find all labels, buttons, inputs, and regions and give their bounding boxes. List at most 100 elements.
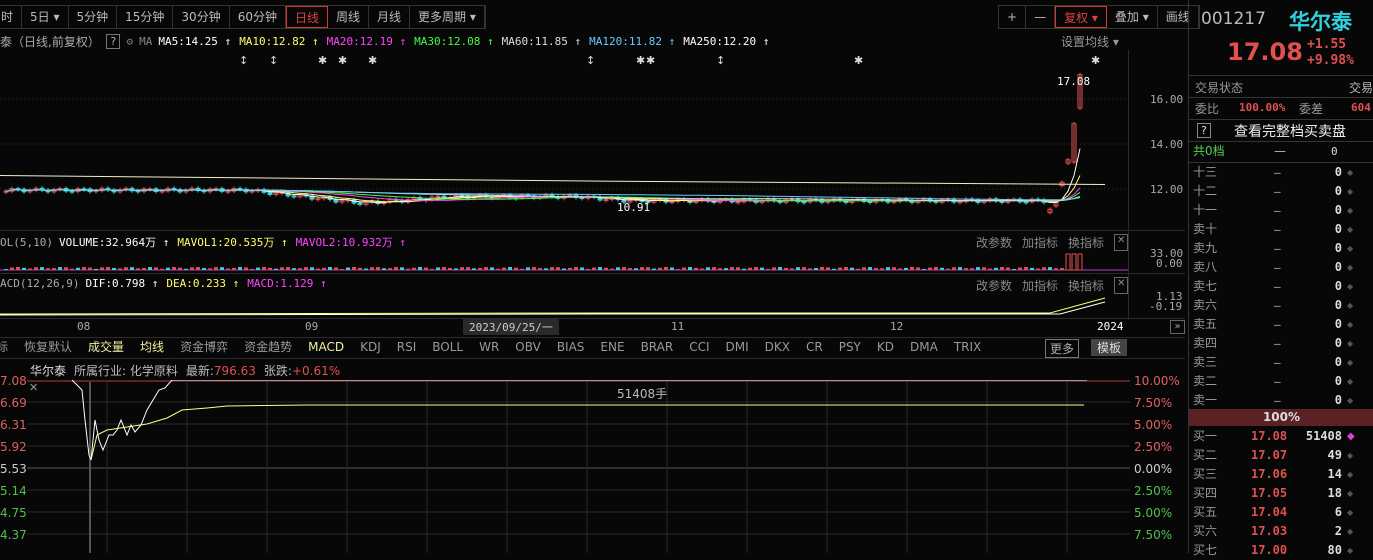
indicator-tab[interactable]: RSI [389,338,425,356]
set-ma-button[interactable]: 设置均线 ▾ [1061,33,1119,50]
indicator-tab[interactable]: BOLL [424,338,471,356]
ask-row[interactable]: 十一 — 0 ◆ [1189,201,1373,220]
period-tab[interactable]: 日线 [285,6,328,28]
indicator-tab[interactable]: DMI [718,338,757,356]
period-tab[interactable]: 更多周期 ▾ [410,6,485,28]
ask-row[interactable]: 卖二 — 0 ◆ [1189,372,1373,391]
indicator-tab[interactable]: 恢复默认 [16,338,80,356]
bid-row[interactable]: 买六 17.03 2 ◆ [1189,522,1373,541]
indicator-tab[interactable]: 资金趋势 [236,338,300,356]
volume-bar [784,267,788,270]
vol-panel-actions: 改参数 加指标 换指标 ✕ [976,234,1129,251]
level-marker-icon: ◆ [1347,339,1354,348]
ask-row[interactable]: 卖九 — 0 ◆ [1189,239,1373,258]
indicator-tab[interactable]: WR [471,338,507,356]
close-icon[interactable]: ✕ [1114,234,1129,251]
level-price: — [1274,185,1281,198]
zoom-out-button[interactable]: — [1026,6,1056,28]
volume-bar [250,268,254,270]
level-volume: 49 [1327,448,1342,462]
indicator-tab[interactable]: KDJ [352,338,389,356]
add-indicator-button[interactable]: 加指标 [1022,277,1058,294]
template-button[interactable]: 模板 [1091,339,1128,356]
period-tab[interactable]: 5日 ▾ [22,6,69,28]
ask-row[interactable]: 卖八 — 0 ◆ [1189,258,1373,277]
indicator-tab[interactable]: 均线 [132,338,172,356]
trade-status-label: 交易状态 [1195,81,1244,95]
date-label: 11 [671,320,685,333]
ask-row[interactable]: 卖六 — 0 ◆ [1189,296,1373,315]
bid-row[interactable]: 买四 17.05 18 ◆ [1189,484,1373,503]
level-label: 买四 [1193,486,1218,500]
ask-row[interactable]: 卖四 — 0 ◆ [1189,334,1373,353]
full-book-link[interactable]: 查看完整档买卖盘 [1234,121,1346,141]
scroll-right-button[interactable]: » [1170,320,1185,334]
period-tab[interactable]: 15分钟 [117,6,174,28]
volume-bar [196,267,200,270]
volume-bar [940,267,944,270]
help-icon[interactable]: ? [1197,123,1211,138]
indicator-tab[interactable]: BRAR [633,338,682,356]
level-price: 17.05 [1251,486,1288,500]
indicator-tab[interactable]: DKX [757,338,798,356]
macd-chart[interactable] [0,294,1128,318]
candle [435,195,441,198]
change-params-button[interactable]: 改参数 [976,277,1012,294]
ask-row[interactable]: 十三 — 0 ◆ [1189,163,1373,182]
candlestick-chart[interactable]: ↕ ↕ ✱ ✱ ✱ ↕ ✱ ✱ ↕ ✱ ✱ [0,50,1128,230]
indicator-tab[interactable]: 资金博弈 [172,338,236,356]
gear-icon[interactable]: ⚙ [126,35,133,48]
indicator-tab[interactable]: MACD [300,338,352,356]
price-axis-label: 12.00 [1150,183,1184,196]
indicator-tab[interactable]: ENE [592,338,632,356]
ask-row[interactable]: 卖五 — 0 ◆ [1189,315,1373,334]
close-icon[interactable]: ✕ [1114,277,1129,294]
ask-row[interactable]: 卖三 — 0 ◆ [1189,353,1373,372]
intraday-close-icon[interactable]: ✕ [29,381,38,394]
ask-row[interactable]: 十二 — 0 ◆ [1189,182,1373,201]
indicator-tab[interactable]: 成交量 [80,338,132,356]
period-tab[interactable]: 周线 [328,6,370,28]
overlay-button[interactable]: 叠加 ▾ [1107,6,1158,28]
ask-row[interactable]: 卖七 — 0 ◆ [1189,277,1373,296]
volume-chart[interactable] [0,250,1128,272]
diff-value: 604 [1351,101,1371,114]
period-tab[interactable]: 5分钟 [69,6,118,28]
add-indicator-button[interactable]: 加指标 [1022,234,1058,251]
bid-row[interactable]: 买二 17.07 49 ◆ [1189,446,1373,465]
more-button[interactable]: 更多 [1045,339,1080,358]
volume-bar [730,267,734,270]
indicator-tab[interactable]: PSY [831,338,869,356]
ask-row[interactable]: 卖一 — 0 ◆ [1189,391,1373,410]
period-tab[interactable]: 月线 [369,6,411,28]
bid-row[interactable]: 买三 17.06 14 ◆ [1189,465,1373,484]
ask-row[interactable]: 卖十 — 0 ◆ [1189,220,1373,239]
indicator-tab[interactable]: KD [869,338,902,356]
help-button[interactable]: ? [105,34,121,49]
switch-indicator-button[interactable]: 换指标 [1068,234,1104,251]
bid-row[interactable]: 买一 17.08 51408 ◆ [1189,427,1373,446]
indicator-tab[interactable]: CR [798,338,831,356]
change-params-button[interactable]: 改参数 [976,234,1012,251]
switch-indicator-button[interactable]: 换指标 [1068,277,1104,294]
ma-label: MA [139,35,153,48]
period-tab[interactable]: 60分钟 [230,6,286,28]
indicator-tab[interactable]: DMA [902,338,946,356]
legend-item: MA60:11.85 ↑ [501,35,582,48]
bid-row[interactable]: 买五 17.04 6 ◆ [1189,503,1373,522]
indicator-tab[interactable]: CCI [681,338,717,356]
intraday-price-label: 5.53 [0,462,27,476]
indicator-tab[interactable]: BIAS [549,338,593,356]
level-volume: 51408 [1305,429,1342,443]
indicator-tab[interactable]: OBV [507,338,549,356]
period-tab[interactable]: 时 [0,6,23,28]
intraday-price-label: 4.75 [0,506,27,520]
candle [69,190,75,193]
indicator-tab[interactable]: 标 [0,338,16,356]
intraday-chart[interactable] [27,380,1130,553]
indicator-tab[interactable]: TRIX [946,338,989,356]
period-tab[interactable]: 30分钟 [173,6,230,28]
bid-row[interactable]: 买七 17.00 80 ◆ [1189,541,1373,560]
adjust-button[interactable]: 复权 ▾ [1055,6,1107,28]
zoom-in-button[interactable]: + [999,6,1027,28]
